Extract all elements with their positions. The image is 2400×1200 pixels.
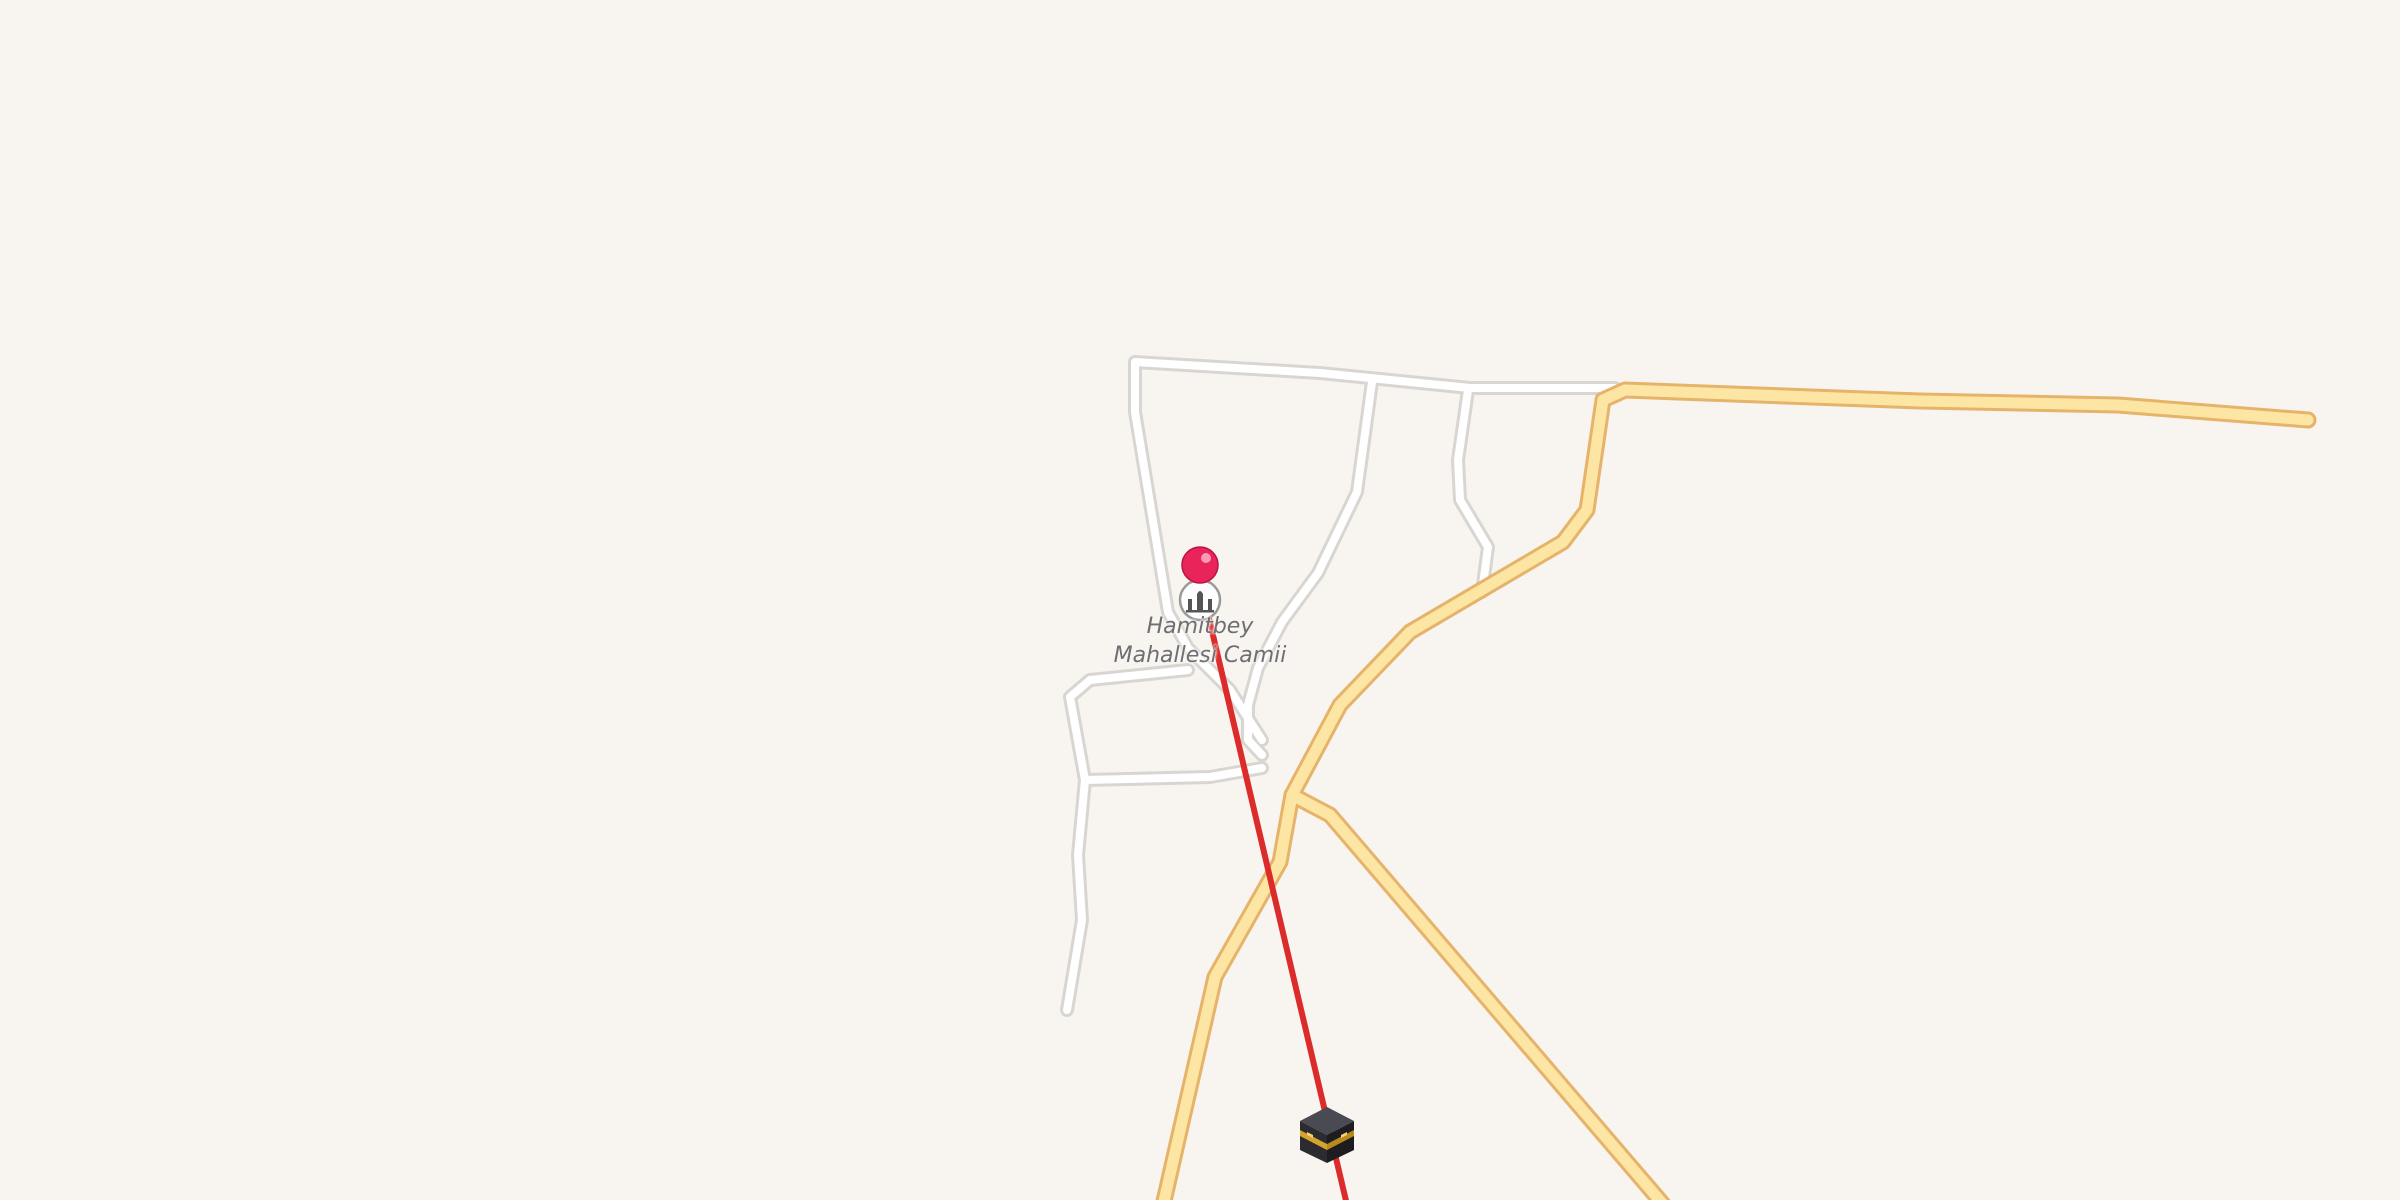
map-view[interactable]: Hamitbey Mahallesi Camii xyxy=(0,0,2400,1200)
minor-roads-casing xyxy=(1060,355,1622,1017)
mosque-icon[interactable] xyxy=(1178,578,1222,622)
qibla-direction-line xyxy=(1197,577,1349,1200)
location-pin-icon[interactable] xyxy=(1181,546,1219,584)
major-roads-casing xyxy=(1155,381,2317,1200)
kaaba-icon[interactable] xyxy=(1300,1107,1354,1163)
major-roads xyxy=(1158,384,2314,1200)
map-canvas[interactable] xyxy=(0,0,2400,1200)
